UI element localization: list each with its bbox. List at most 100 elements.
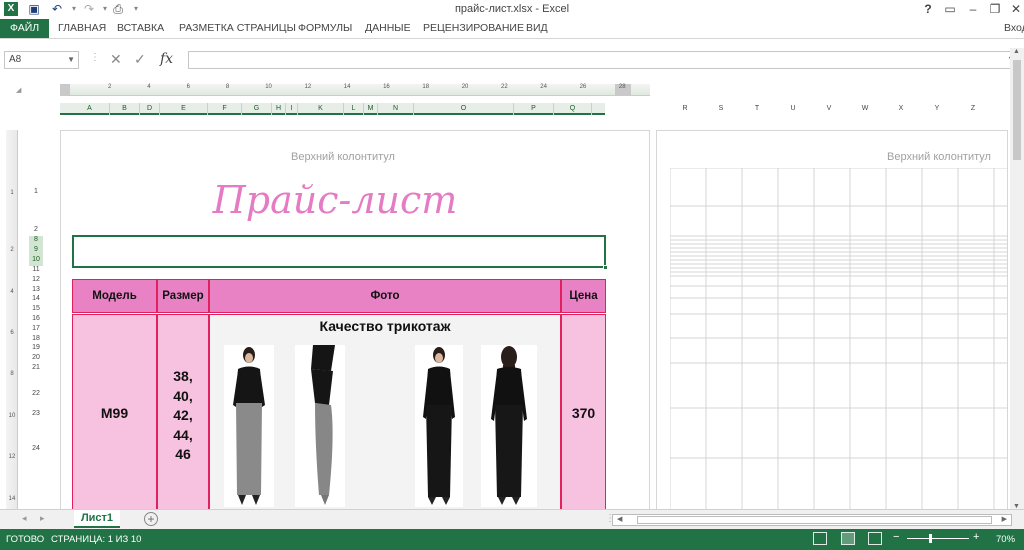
row-header[interactable]: 19 bbox=[29, 344, 43, 354]
close-icon[interactable]: ✕ bbox=[1006, 1, 1024, 17]
row-header[interactable]: 21 bbox=[29, 364, 43, 374]
row-header[interactable]: 8 bbox=[29, 236, 43, 246]
column-header[interactable]: S bbox=[714, 103, 728, 115]
horizontal-scrollbar[interactable]: ◀ ▶ bbox=[612, 514, 1012, 526]
column-header[interactable]: T bbox=[750, 103, 764, 115]
ribbon-display-options-icon[interactable]: ▭ bbox=[940, 1, 960, 17]
tab-page-layout[interactable]: РАЗМЕТКА СТРАНИЦЫ bbox=[179, 19, 296, 38]
zoom-out-button[interactable]: − bbox=[893, 531, 899, 543]
formula-input[interactable]: ▼ bbox=[188, 51, 1020, 69]
model-photo-front-black[interactable] bbox=[415, 345, 463, 507]
row-header[interactable]: 2 bbox=[29, 226, 43, 236]
row-header[interactable]: 22 bbox=[29, 390, 43, 400]
column-header[interactable]: W bbox=[858, 103, 872, 115]
cell-size[interactable]: 38, 40, 42, 44, 46 bbox=[157, 314, 209, 514]
name-box[interactable]: A8 ▼ bbox=[4, 51, 79, 69]
model-photo-back-black[interactable] bbox=[481, 345, 537, 507]
model-photo-side-grey[interactable] bbox=[295, 345, 345, 507]
tab-insert[interactable]: ВСТАВКА bbox=[117, 19, 164, 38]
zoom-in-button[interactable]: + bbox=[973, 531, 979, 543]
row-header[interactable]: 12 bbox=[29, 276, 43, 286]
zoom-track[interactable] bbox=[907, 538, 969, 539]
cell-model[interactable]: M99 bbox=[72, 314, 157, 514]
column-header[interactable]: Q bbox=[554, 103, 592, 115]
select-all-icon[interactable]: ◢ bbox=[16, 86, 21, 94]
add-sheet-button[interactable]: + bbox=[144, 512, 158, 526]
header-price[interactable]: Цена bbox=[561, 279, 606, 313]
page-layout-view-icon[interactable] bbox=[841, 532, 855, 545]
chevron-down-icon[interactable]: ▼ bbox=[67, 52, 75, 68]
insert-function-button[interactable]: fx bbox=[160, 51, 173, 67]
selected-cell-a8[interactable] bbox=[72, 235, 608, 270]
column-header[interactable]: Z bbox=[966, 103, 980, 115]
column-header[interactable]: N bbox=[378, 103, 414, 115]
scroll-left-icon[interactable]: ◀ bbox=[617, 515, 622, 523]
row-header[interactable]: 23 bbox=[29, 410, 43, 420]
column-header[interactable]: O bbox=[414, 103, 514, 115]
row-header[interactable]: 17 bbox=[29, 325, 43, 335]
row-header[interactable]: 20 bbox=[29, 354, 43, 364]
model-photo-front-grey[interactable] bbox=[224, 345, 274, 507]
zoom-thumb[interactable] bbox=[929, 534, 932, 543]
header-placeholder[interactable]: Верхний колонтитул bbox=[291, 151, 395, 163]
column-header[interactable]: Y bbox=[930, 103, 944, 115]
header-model[interactable]: Модель bbox=[72, 279, 157, 313]
next-sheet-icon[interactable]: ▸ bbox=[40, 513, 45, 524]
column-header[interactable]: P bbox=[514, 103, 554, 115]
tab-home[interactable]: ГЛАВНАЯ bbox=[58, 19, 106, 38]
tab-review[interactable]: РЕЦЕНЗИРОВАНИЕ bbox=[423, 19, 524, 38]
minimize-icon[interactable]: – bbox=[963, 1, 983, 17]
tab-formulas[interactable]: ФОРМУЛЫ bbox=[298, 19, 352, 38]
column-header[interactable]: K bbox=[298, 103, 344, 115]
sheet-tab-list1[interactable]: Лист1 bbox=[74, 510, 120, 528]
column-header[interactable]: U bbox=[786, 103, 800, 115]
row-header[interactable]: 14 bbox=[29, 295, 43, 305]
column-header[interactable]: R bbox=[678, 103, 692, 115]
help-button[interactable]: ? bbox=[918, 1, 938, 17]
zoom-slider[interactable]: − + bbox=[893, 531, 983, 545]
row-header[interactable]: 10 bbox=[29, 256, 43, 266]
row-header[interactable]: 24 bbox=[29, 445, 43, 455]
header-placeholder[interactable]: Верхний колонтитул bbox=[887, 151, 991, 163]
column-header[interactable]: F bbox=[208, 103, 242, 115]
tab-data[interactable]: ДАННЫЕ bbox=[365, 19, 411, 38]
vertical-ruler[interactable]: 1 2 4 6 8 10 12 14 bbox=[6, 130, 18, 510]
column-header[interactable]: V bbox=[822, 103, 836, 115]
header-size[interactable]: Размер bbox=[157, 279, 209, 313]
header-photo[interactable]: Фото bbox=[209, 279, 561, 313]
row-header[interactable]: 15 bbox=[29, 305, 43, 315]
cell-photo[interactable]: Качество трикотаж bbox=[209, 314, 561, 514]
tab-view[interactable]: ВИД bbox=[526, 19, 548, 38]
column-header[interactable]: E bbox=[160, 103, 208, 115]
column-header[interactable]: I bbox=[286, 103, 298, 115]
fill-handle[interactable] bbox=[603, 265, 608, 270]
scroll-thumb[interactable] bbox=[637, 516, 992, 524]
row-header[interactable]: 1 bbox=[29, 188, 43, 198]
prev-sheet-icon[interactable]: ◂ bbox=[22, 513, 27, 524]
column-header[interactable]: M bbox=[364, 103, 378, 115]
restore-icon[interactable]: ❐ bbox=[985, 1, 1005, 17]
signin-link[interactable]: Вход bbox=[1004, 19, 1024, 38]
cancel-icon[interactable]: ✕ bbox=[110, 51, 122, 68]
column-header[interactable]: D bbox=[140, 103, 160, 115]
vertical-scrollbar[interactable]: ▲ ▼ bbox=[1010, 48, 1024, 510]
horizontal-ruler[interactable]: 2 4 6 8 10 12 14 16 18 20 22 24 26 28 bbox=[60, 84, 650, 96]
row-header[interactable]: 11 bbox=[29, 266, 43, 276]
column-header[interactable]: X bbox=[894, 103, 908, 115]
scroll-up-icon[interactable]: ▲ bbox=[1013, 48, 1020, 55]
column-header[interactable]: L bbox=[344, 103, 364, 115]
column-header[interactable]: H bbox=[272, 103, 286, 115]
scroll-right-icon[interactable]: ▶ bbox=[1002, 515, 1007, 523]
scroll-thumb[interactable] bbox=[1013, 60, 1021, 160]
tab-file[interactable]: ФАЙЛ bbox=[0, 19, 50, 38]
cell-price[interactable]: 370 bbox=[561, 314, 606, 514]
normal-view-icon[interactable] bbox=[813, 532, 827, 545]
column-header[interactable]: A bbox=[70, 103, 110, 115]
column-header[interactable]: G bbox=[242, 103, 272, 115]
page-break-preview-icon[interactable] bbox=[868, 532, 882, 545]
zoom-level[interactable]: 70% bbox=[996, 534, 1015, 545]
row-header[interactable]: 16 bbox=[29, 315, 43, 325]
row-header[interactable]: 9 bbox=[29, 246, 43, 256]
enter-icon[interactable]: ✓ bbox=[134, 51, 146, 68]
column-header[interactable]: B bbox=[110, 103, 140, 115]
